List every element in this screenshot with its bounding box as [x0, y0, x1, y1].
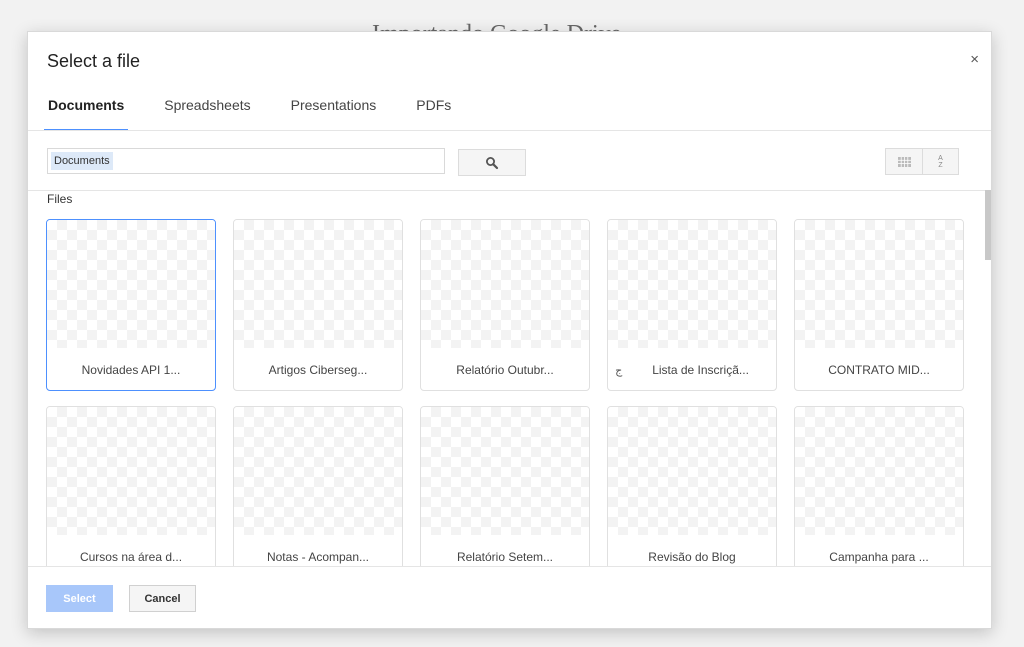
- search-query-chip: Documents: [51, 152, 113, 170]
- file-name: Artigos Ciberseg...: [268, 363, 368, 377]
- file-thumbnail: [795, 407, 963, 535]
- file-name: Lista de Inscriçã...: [652, 363, 749, 377]
- dialog-title: Select a file: [47, 51, 141, 71]
- vertical-scrollbar[interactable]: [985, 190, 991, 260]
- file-card[interactable]: Novidades API 1...: [46, 219, 216, 391]
- file-card[interactable]: Relatório Outubr...: [420, 219, 590, 391]
- file-card[interactable]: CONTRATO MID...: [794, 219, 964, 391]
- files-section-label: Files: [47, 192, 73, 206]
- file-thumbnail: [421, 407, 589, 535]
- file-picker-dialog: Select a file × Documents Spreadsheets P…: [27, 31, 992, 629]
- file-name-row: ج Lista de Inscriçã...: [608, 358, 776, 382]
- cancel-button[interactable]: Cancel: [129, 585, 196, 612]
- file-thumbnail: [421, 220, 589, 348]
- tab-documents[interactable]: Documents: [43, 97, 129, 131]
- file-name: Relatório Outubr...: [456, 363, 554, 377]
- file-card[interactable]: Cursos na área d...: [46, 406, 216, 578]
- file-thumbnail: [608, 220, 776, 348]
- view-toggle-group: A Z: [885, 148, 959, 175]
- file-card[interactable]: Campanha para ...: [794, 406, 964, 578]
- grid-view-button[interactable]: [885, 148, 923, 175]
- file-thumbnail: [234, 220, 402, 348]
- file-card[interactable]: Artigos Ciberseg...: [233, 219, 403, 391]
- search-button[interactable]: [458, 149, 526, 176]
- grid-view-icon: [897, 156, 911, 167]
- file-thumbnail: [47, 407, 215, 535]
- file-thumbnail: [47, 220, 215, 348]
- file-card[interactable]: Notas - Acompan...: [233, 406, 403, 578]
- search-input[interactable]: Documents: [47, 148, 445, 174]
- file-thumbnail: [795, 220, 963, 348]
- file-card[interactable]: ج Lista de Inscriçã...: [607, 219, 777, 391]
- dialog-footer: Select Cancel: [28, 566, 991, 628]
- search-toolbar: Documents A Z: [28, 131, 991, 191]
- sort-button[interactable]: A Z: [923, 148, 959, 175]
- sort-az-icon: A Z: [938, 154, 943, 169]
- tab-bar: Documents Spreadsheets Presentations PDF…: [43, 97, 489, 131]
- file-thumbnail: [234, 407, 402, 535]
- tab-presentations[interactable]: Presentations: [289, 97, 379, 131]
- file-card[interactable]: Revisão do Blog: [607, 406, 777, 578]
- select-button[interactable]: Select: [46, 585, 113, 612]
- file-type-glyph-icon: ج: [615, 365, 623, 377]
- file-thumbnail: [608, 407, 776, 535]
- tab-spreadsheets[interactable]: Spreadsheets: [162, 97, 252, 131]
- file-card[interactable]: Relatório Setem...: [420, 406, 590, 578]
- search-icon: [486, 156, 499, 169]
- tab-pdfs[interactable]: PDFs: [414, 97, 453, 131]
- file-name: Novidades API 1...: [81, 363, 181, 377]
- close-icon[interactable]: ×: [970, 51, 979, 69]
- file-name: CONTRATO MID...: [828, 363, 930, 377]
